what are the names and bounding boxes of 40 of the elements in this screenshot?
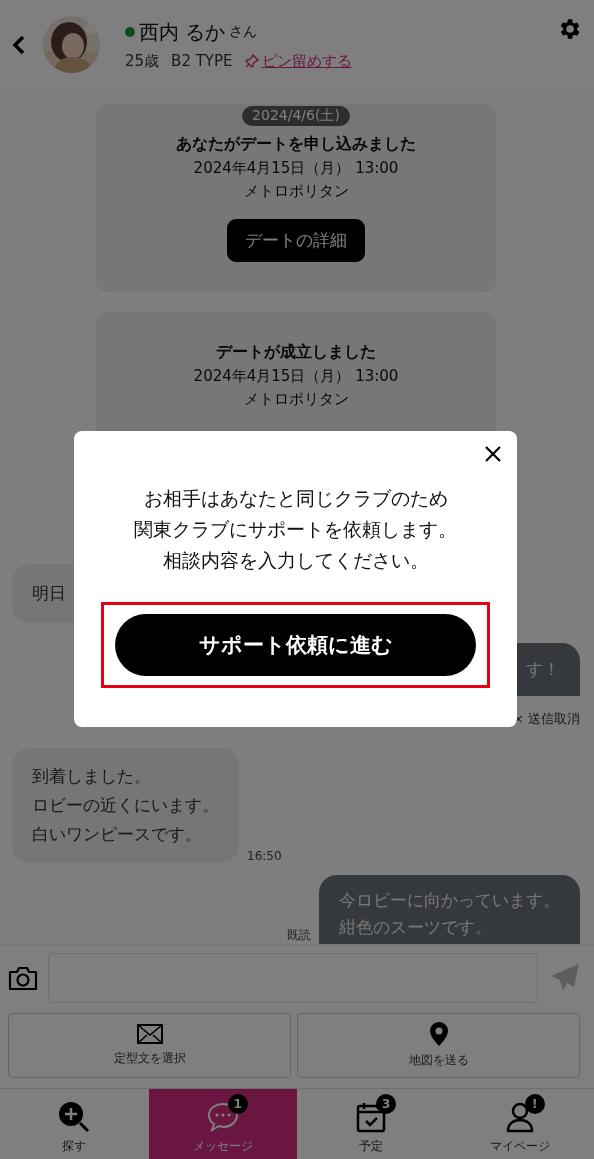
age-label: 25歳 — [125, 51, 160, 71]
close-icon[interactable] — [484, 445, 502, 463]
date-details-button[interactable]: デートの詳細 — [227, 219, 365, 262]
map-pin-icon — [429, 1022, 448, 1046]
camera-icon[interactable] — [8, 965, 38, 991]
dialog-message: 相談内容を入力してください。 — [161, 548, 430, 573]
message-text: 紺色のスーツです。 — [339, 916, 493, 939]
dialog-message: 関東クラブにサポートを依頼します。 — [134, 517, 457, 542]
venue-name: メトロポリタン — [243, 182, 349, 201]
support-request-button[interactable]: サポート依頼に進む — [115, 614, 476, 676]
message-text: 明日 — [32, 582, 66, 605]
pin-link[interactable]: ピン留めする — [261, 51, 352, 71]
notification-badge: 1 — [227, 1094, 248, 1114]
notification-badge: 3 — [376, 1094, 397, 1114]
date-time: 2024年4月15日（月） 13:00 — [193, 159, 399, 178]
message-text: 今ロビーに向かっています。 — [339, 889, 560, 912]
date-time: 2024年4月15日（月） 13:00 — [193, 367, 399, 386]
card-title: あなたがデートを申し込みました — [176, 134, 416, 155]
type-label: B2 TYPE — [171, 52, 233, 70]
message-text: す！ — [526, 658, 560, 681]
message-text: ロビーの近くにいます。 — [32, 794, 219, 817]
envelope-icon — [136, 1024, 163, 1044]
person-icon — [504, 1101, 535, 1133]
card-title: デートが成立しました — [216, 342, 376, 363]
message-text: 到着しました。 — [32, 765, 152, 788]
nav-tab[interactable]: 1 メッセージ — [148, 1089, 297, 1159]
search-icon — [58, 1101, 91, 1133]
pin-icon — [244, 54, 259, 68]
date-badge: 2024/4/6(土) — [242, 106, 350, 126]
honorific: さん — [229, 23, 258, 41]
back-icon[interactable] — [12, 33, 26, 56]
profile-name: 西内 るか — [139, 18, 226, 46]
send-map-button[interactable]: 地図を送る — [297, 1013, 580, 1078]
notification-badge: ! — [524, 1094, 545, 1114]
dialog-message: お相手はあなたと同じクラブのため — [142, 486, 449, 511]
message-time: 16:50 — [247, 849, 282, 863]
read-status: 既読 — [287, 927, 311, 944]
template-button[interactable]: 定型文を選択 — [8, 1013, 291, 1078]
venue-name: メトロポリタン — [243, 390, 349, 409]
message-text: 白いワンピースです。 — [32, 823, 203, 846]
